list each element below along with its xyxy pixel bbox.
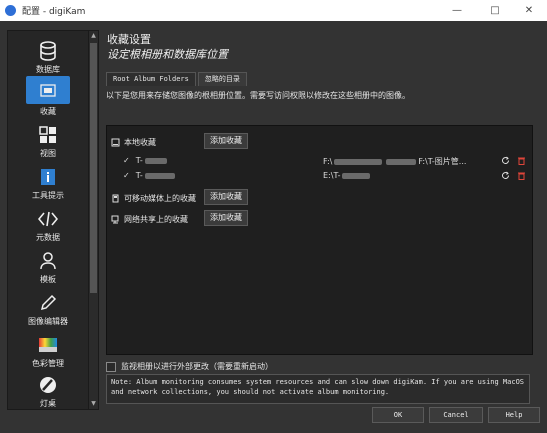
sidebar-item-view[interactable]: 视图 <box>8 117 88 159</box>
network-share-icon <box>111 215 120 224</box>
tab-root-album-folders[interactable]: Root Album Folders <box>106 72 196 86</box>
redacted-text <box>144 172 175 179</box>
collection-name: T- <box>135 156 143 165</box>
light-table-icon <box>37 374 59 396</box>
redacted-text <box>386 158 417 165</box>
sidebar-item-label: 收藏 <box>40 107 56 116</box>
sidebar-item-color-management[interactable]: 色彩管理 <box>8 327 88 369</box>
removable-collections-row: 可移动媒体上的收藏 <box>111 193 196 204</box>
code-icon <box>37 208 59 230</box>
tab-ignored-directories[interactable]: 忽略的目录 <box>197 72 247 86</box>
help-button[interactable]: Help <box>488 407 540 423</box>
removable-collections-label: 可移动媒体上的收藏 <box>124 194 196 203</box>
collection-item[interactable]: ✓ T- <box>123 156 169 165</box>
scroll-up-icon[interactable]: ▲ <box>89 31 98 41</box>
drive-icon <box>111 138 120 147</box>
maximize-icon[interactable]: □ <box>477 0 513 21</box>
collection-path: E:\T- <box>323 171 372 180</box>
add-removable-collection-button[interactable]: 添加收藏 <box>204 189 248 205</box>
check-icon: ✓ <box>123 156 130 165</box>
sidebar-item-collection[interactable]: 收藏 <box>8 75 88 117</box>
sidebar-item-label: 视图 <box>40 149 56 158</box>
add-network-collection-button[interactable]: 添加收藏 <box>204 210 248 226</box>
scroll-down-icon[interactable]: ▼ <box>89 399 98 409</box>
check-icon: ✓ <box>123 171 130 180</box>
sidebar-item-label: 图像编辑器 <box>28 317 68 326</box>
cancel-button[interactable]: Cancel <box>429 407 483 423</box>
collections-panel: 本地收藏 添加收藏 ✓ T- F:\ F:\T-图片管... ✓ T- E:\T… <box>106 125 533 355</box>
monitor-albums-label: 监视相册以进行外部更改（需要重新启动） <box>121 362 273 371</box>
minimize-icon[interactable]: — <box>439 0 475 21</box>
digikam-app-icon <box>5 5 16 16</box>
page-title: 收藏设置 <box>107 33 151 46</box>
sidebar-item-database[interactable]: 数据库 <box>8 33 88 75</box>
redacted-text <box>342 172 371 179</box>
tooltip-icon <box>37 166 59 188</box>
person-icon <box>37 250 59 272</box>
collection-icon <box>26 76 70 104</box>
tab-bar: Root Album Folders 忽略的目录 <box>106 72 249 86</box>
collection-item[interactable]: ✓ T- <box>123 171 177 180</box>
network-collections-label: 网络共享上的收藏 <box>124 215 188 224</box>
page-subtitle: 设定根相册和数据库位置 <box>107 48 228 61</box>
window-title: 配置 - digiKam <box>22 7 86 17</box>
settings-content: 收藏设置 设定根相册和数据库位置 Root Album Folders 忽略的目… <box>103 30 539 408</box>
local-collections-label: 本地收藏 <box>124 138 156 147</box>
sidebar-item-template[interactable]: 模板 <box>8 243 88 285</box>
sidebar-item-label: 元数据 <box>36 233 60 242</box>
local-collections-row: 本地收藏 <box>111 137 156 148</box>
sidebar-item-label: 灯桌 <box>40 399 56 408</box>
monitor-albums-checkbox[interactable] <box>106 361 116 372</box>
sidebar-item-image-editor[interactable]: 图像编辑器 <box>8 285 88 327</box>
window-titlebar: 配置 - digiKam — □ ✕ <box>0 0 547 22</box>
description-text: 以下是您用来存储您图像的根相册位置。需要写访问权限以修改在这些相册中的图像。 <box>106 91 410 100</box>
sidebar-item-label: 工具提示 <box>32 191 64 200</box>
collection-path: F:\ F:\T-图片管... <box>323 157 467 166</box>
config-dialog: 数据库 收藏 视图 工具提示 元数据 模板 图像编辑器 色彩管理 灯桌 ▲ ▼ … <box>0 21 547 433</box>
database-icon <box>37 40 59 62</box>
delete-icon[interactable] <box>517 156 526 165</box>
ok-button[interactable]: OK <box>372 407 424 423</box>
delete-icon[interactable] <box>517 171 526 180</box>
sidebar-item-label: 数据库 <box>36 65 60 74</box>
sidebar-item-tooltip[interactable]: 工具提示 <box>8 159 88 201</box>
redacted-text <box>334 158 383 165</box>
removable-media-icon <box>111 194 120 203</box>
sidebar-item-label: 模板 <box>40 275 56 284</box>
redacted-text <box>144 157 167 164</box>
grid-view-icon <box>37 124 59 146</box>
add-local-collection-button[interactable]: 添加收藏 <box>204 133 248 149</box>
close-icon[interactable]: ✕ <box>511 0 547 21</box>
collection-name: T- <box>135 171 143 180</box>
color-management-icon <box>37 334 59 356</box>
sidebar-item-metadata[interactable]: 元数据 <box>8 201 88 243</box>
settings-sidebar: 数据库 收藏 视图 工具提示 元数据 模板 图像编辑器 色彩管理 灯桌 ▲ ▼ <box>7 30 99 410</box>
network-collections-row: 网络共享上的收藏 <box>111 214 188 225</box>
sidebar-item-light-table[interactable]: 灯桌 <box>8 367 88 409</box>
sidebar-scrollbar[interactable]: ▲ ▼ <box>88 31 98 409</box>
refresh-icon[interactable] <box>501 156 510 165</box>
monitor-albums-option[interactable]: 监视相册以进行外部更改（需要重新启动） <box>106 361 273 372</box>
refresh-icon[interactable] <box>501 171 510 180</box>
monitoring-note: Note: Album monitoring consumes system r… <box>106 374 530 404</box>
pencil-icon <box>37 292 59 314</box>
scrollbar-thumb[interactable] <box>90 43 97 293</box>
